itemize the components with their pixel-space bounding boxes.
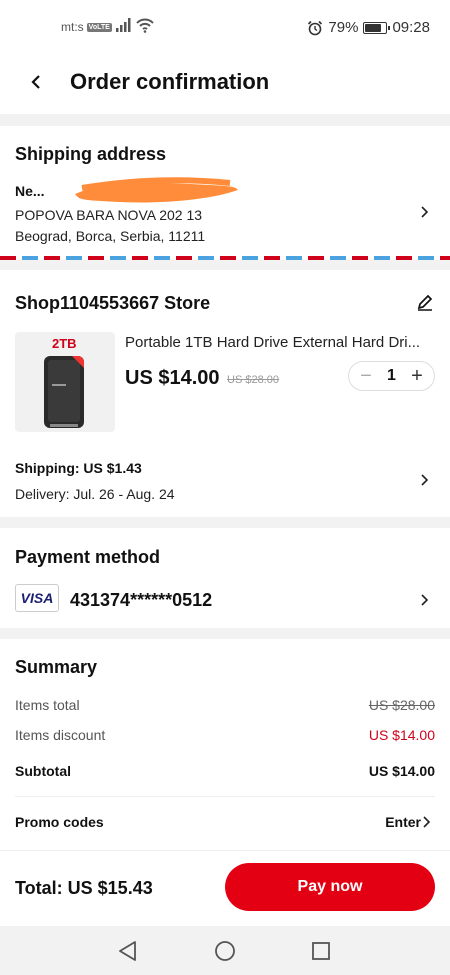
chevron-right-icon xyxy=(421,474,429,486)
address-line-2: Beograd, Borca, Serbia, 11211 xyxy=(15,228,206,244)
row-label: Items discount xyxy=(15,727,106,743)
store-name: Shop1104553667 Store xyxy=(15,293,211,313)
divider xyxy=(15,796,435,797)
chevron-left-icon xyxy=(31,75,40,89)
alarm-icon xyxy=(308,20,323,35)
carrier: mt:s VoLTE xyxy=(61,20,112,34)
payment-card[interactable]: Payment method xyxy=(0,528,450,628)
volte-badge: VoLTE xyxy=(86,22,112,32)
items-discount-row: Items discount US $14.00 xyxy=(15,727,435,743)
section-title: Summary xyxy=(15,657,98,677)
items-total-row: Items total US $28.00 xyxy=(15,697,435,713)
product-image[interactable]: 2TB xyxy=(15,332,115,432)
nav-back-icon[interactable] xyxy=(115,938,141,964)
quantity-stepper: − 1 + xyxy=(348,361,435,391)
header: Order confirmation xyxy=(0,56,450,114)
section-title: Payment method xyxy=(15,547,161,567)
capacity-badge: 2TB xyxy=(52,336,77,351)
row-label: Promo codes xyxy=(15,814,104,830)
clock: 09:28 xyxy=(392,19,430,36)
row-label: Items total xyxy=(15,697,80,713)
status-bar: mt:s VoLTE 79% 09:28 xyxy=(0,0,450,56)
recipient-name: Ne... xyxy=(15,183,45,199)
page-title: Order confirmation xyxy=(70,69,270,94)
hard-drive-icon xyxy=(44,356,84,428)
back-button[interactable] xyxy=(22,68,50,96)
promo-codes-row[interactable]: Promo codes Enter xyxy=(15,814,435,830)
product-price: US $14.00 xyxy=(125,367,220,389)
chevron-right-icon xyxy=(421,206,429,218)
shipping-option-row[interactable] xyxy=(0,450,450,510)
increase-button[interactable]: + xyxy=(408,366,426,386)
edit-icon[interactable] xyxy=(416,293,434,311)
battery-icon xyxy=(363,21,391,34)
address-line-1: POPOVA BARA NOVA 202 13 xyxy=(15,207,203,223)
row-value: US $14.00 xyxy=(368,727,435,743)
row-label: Subtotal xyxy=(15,763,71,779)
decrease-button[interactable]: − xyxy=(357,366,375,386)
signal-icon xyxy=(116,18,131,32)
row-value: US $28.00 xyxy=(368,697,435,713)
original-price: US $28.00 xyxy=(227,374,279,386)
nav-home-icon[interactable] xyxy=(212,938,238,964)
row-value: US $14.00 xyxy=(368,763,435,779)
carrier-name: mt:s xyxy=(61,20,84,34)
battery-percent: 79% xyxy=(328,19,359,36)
card-number: 431374******0512 xyxy=(70,590,213,610)
chevron-right-icon xyxy=(421,594,429,606)
quantity-value: 1 xyxy=(387,367,396,384)
subtotal-row: Subtotal US $14.00 xyxy=(15,763,435,779)
airmail-divider xyxy=(0,256,450,260)
pay-now-button[interactable]: Pay now xyxy=(225,863,435,911)
wifi-icon xyxy=(136,18,154,33)
section-title: Shipping address xyxy=(15,144,167,164)
product-title[interactable]: Portable 1TB Hard Drive External Hard Dr… xyxy=(125,334,435,351)
nav-recents-icon[interactable] xyxy=(308,938,334,964)
checkout-bar: Total: US $15.43 Pay now xyxy=(0,850,450,926)
visa-logo: VISA xyxy=(15,584,59,612)
system-nav-bar xyxy=(0,926,450,975)
order-total: Total: US $15.43 xyxy=(15,878,153,898)
redaction-scribble xyxy=(75,177,238,203)
chevron-right-icon xyxy=(423,816,431,828)
